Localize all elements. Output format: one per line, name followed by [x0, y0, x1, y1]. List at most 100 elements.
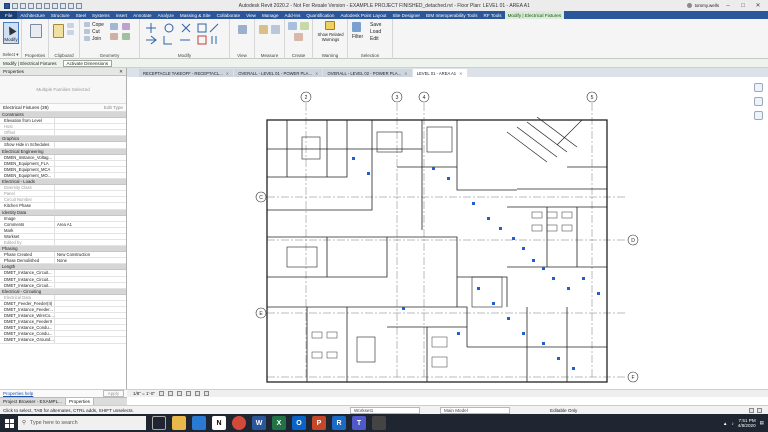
- property-value[interactable]: [55, 319, 126, 324]
- activate-dimensions-button[interactable]: Activate Dimensions: [62, 59, 113, 67]
- file-explorer-icon[interactable]: [172, 416, 186, 430]
- demolish-icon[interactable]: [122, 33, 130, 40]
- tab-massing-site[interactable]: Massing & Site: [177, 11, 214, 19]
- tab-properties[interactable]: Properties: [65, 398, 94, 405]
- property-value[interactable]: [55, 331, 126, 336]
- paint-icon[interactable]: [122, 23, 130, 30]
- floor-plan-drawing[interactable]: 2 3 4 5 C D E F: [127, 77, 768, 389]
- edge-icon[interactable]: [192, 416, 206, 430]
- revit-logo-icon[interactable]: [4, 2, 10, 9]
- app-icon[interactable]: [372, 416, 386, 430]
- tab-analyze[interactable]: Analyze: [155, 11, 177, 19]
- start-button[interactable]: [0, 414, 18, 432]
- network-icon[interactable]: ▲: [723, 421, 728, 426]
- modify-button[interactable]: Modify: [3, 22, 19, 44]
- save-icon[interactable]: [20, 2, 26, 9]
- property-value[interactable]: [55, 325, 126, 330]
- grid-label[interactable]: 3: [396, 95, 399, 101]
- tab-collaborate[interactable]: Collaborate: [214, 11, 244, 19]
- grid-label[interactable]: 4: [423, 95, 426, 101]
- design-option-dropdown[interactable]: Main Model: [440, 406, 510, 414]
- detail-level-icon[interactable]: [158, 391, 164, 396]
- apply-button[interactable]: Apply: [102, 390, 124, 397]
- property-value[interactable]: [55, 283, 126, 288]
- split-face-icon[interactable]: [110, 33, 118, 40]
- modify-tools-icon[interactable]: [144, 22, 226, 46]
- view-tab-overall-level-02[interactable]: OVERALL - LEVEL 02 - POWER PLA... ✕: [323, 69, 412, 77]
- property-value[interactable]: [55, 203, 126, 208]
- 3d-view-icon[interactable]: [68, 2, 74, 9]
- property-value[interactable]: [55, 295, 126, 300]
- measure-tool-icon[interactable]: [259, 25, 268, 34]
- grid-label[interactable]: D: [631, 238, 635, 244]
- property-value[interactable]: [55, 277, 126, 282]
- edit-selection[interactable]: Edit: [370, 36, 379, 42]
- tab-architecture[interactable]: Architecture: [17, 11, 48, 19]
- create-parts-icon[interactable]: [300, 22, 309, 30]
- tab-annotate[interactable]: Annotate: [130, 11, 154, 19]
- view-tab-receptacle-takeoff[interactable]: RECEPTACLE TAKEOFF - RECEPTACL... ✕: [139, 69, 234, 77]
- property-value[interactable]: [55, 228, 126, 233]
- teams-icon[interactable]: T: [352, 416, 366, 430]
- property-value[interactable]: [55, 197, 126, 202]
- word-icon[interactable]: W: [252, 416, 266, 430]
- property-value[interactable]: None: [55, 258, 126, 263]
- property-value[interactable]: [55, 155, 126, 160]
- user-icon[interactable]: [686, 3, 692, 8]
- taskbar-search[interactable]: ⚲ Type here to search: [18, 416, 146, 430]
- property-value[interactable]: [55, 161, 126, 166]
- property-value[interactable]: [55, 124, 126, 129]
- instance-dropdown[interactable]: Electrical Fixtures (39): [3, 105, 49, 110]
- tab-quantification[interactable]: Quantification: [303, 11, 337, 19]
- tab-insert[interactable]: Insert: [113, 11, 131, 19]
- tab-manage[interactable]: Manage: [259, 11, 282, 19]
- close-icon[interactable]: ✕: [226, 71, 230, 76]
- property-value[interactable]: [55, 191, 126, 196]
- sun-path-icon[interactable]: [176, 391, 182, 396]
- steering-wheel-icon[interactable]: [754, 97, 763, 106]
- maximize-icon[interactable]: □: [737, 1, 749, 10]
- clock[interactable]: 7:51 PM 4/8/2020: [738, 418, 756, 429]
- edit-type-button[interactable]: Edit Type: [104, 105, 123, 110]
- property-value[interactable]: [55, 173, 126, 178]
- create-assembly-icon[interactable]: [288, 22, 297, 30]
- cut-icon[interactable]: [67, 30, 74, 35]
- tab-file[interactable]: File: [0, 11, 18, 19]
- visual-style-icon[interactable]: [167, 391, 173, 396]
- property-value[interactable]: [55, 142, 126, 147]
- zoom-icon[interactable]: [754, 111, 763, 120]
- properties-help-link[interactable]: Properties help: [3, 391, 33, 396]
- wall-joins-icon[interactable]: [110, 23, 118, 30]
- close-icon[interactable]: ✕: [459, 71, 463, 76]
- grid-label[interactable]: C: [259, 195, 263, 201]
- select-links-icon[interactable]: [757, 407, 762, 413]
- chrome-icon[interactable]: [232, 416, 246, 430]
- open-icon[interactable]: [12, 2, 18, 9]
- property-value[interactable]: [55, 130, 126, 135]
- drawing-canvas[interactable]: 2 3 4 5 C D E F: [127, 77, 768, 389]
- tab-modify-electrical-fixtures[interactable]: Modify | Electrical Fixtures: [504, 11, 565, 19]
- tab-view[interactable]: View: [243, 11, 259, 19]
- close-icon[interactable]: ✕: [119, 69, 123, 75]
- tab-autodesk-point-layout[interactable]: Autodesk Point Layout: [337, 11, 389, 19]
- crop-view-icon[interactable]: [194, 391, 200, 396]
- copy-icon[interactable]: [67, 23, 74, 28]
- undo-icon[interactable]: [28, 2, 34, 9]
- temporary-hide-icon[interactable]: [203, 391, 209, 396]
- load-selection[interactable]: Load: [370, 29, 381, 35]
- join-icon[interactable]: [84, 36, 90, 41]
- tab-add-ins[interactable]: Add-Ins: [282, 11, 304, 19]
- tab-site-designer[interactable]: Site Designer: [389, 11, 423, 19]
- tab-bim-interoperability-tools[interactable]: BIM Interoperability Tools: [423, 11, 481, 19]
- grid-label[interactable]: F: [631, 375, 634, 381]
- tab-systems[interactable]: Systems: [89, 11, 113, 19]
- tab-rf-tools[interactable]: RF Tools: [481, 11, 505, 19]
- property-value[interactable]: [55, 313, 126, 318]
- cut-geometry-icon[interactable]: [84, 29, 90, 34]
- grid-label[interactable]: 5: [591, 95, 594, 101]
- property-value[interactable]: [55, 234, 126, 239]
- close-icon[interactable]: ✕: [315, 71, 319, 76]
- paste-icon[interactable]: [53, 24, 64, 38]
- property-value[interactable]: New Construction: [55, 252, 126, 257]
- close-icon[interactable]: ✕: [404, 71, 408, 76]
